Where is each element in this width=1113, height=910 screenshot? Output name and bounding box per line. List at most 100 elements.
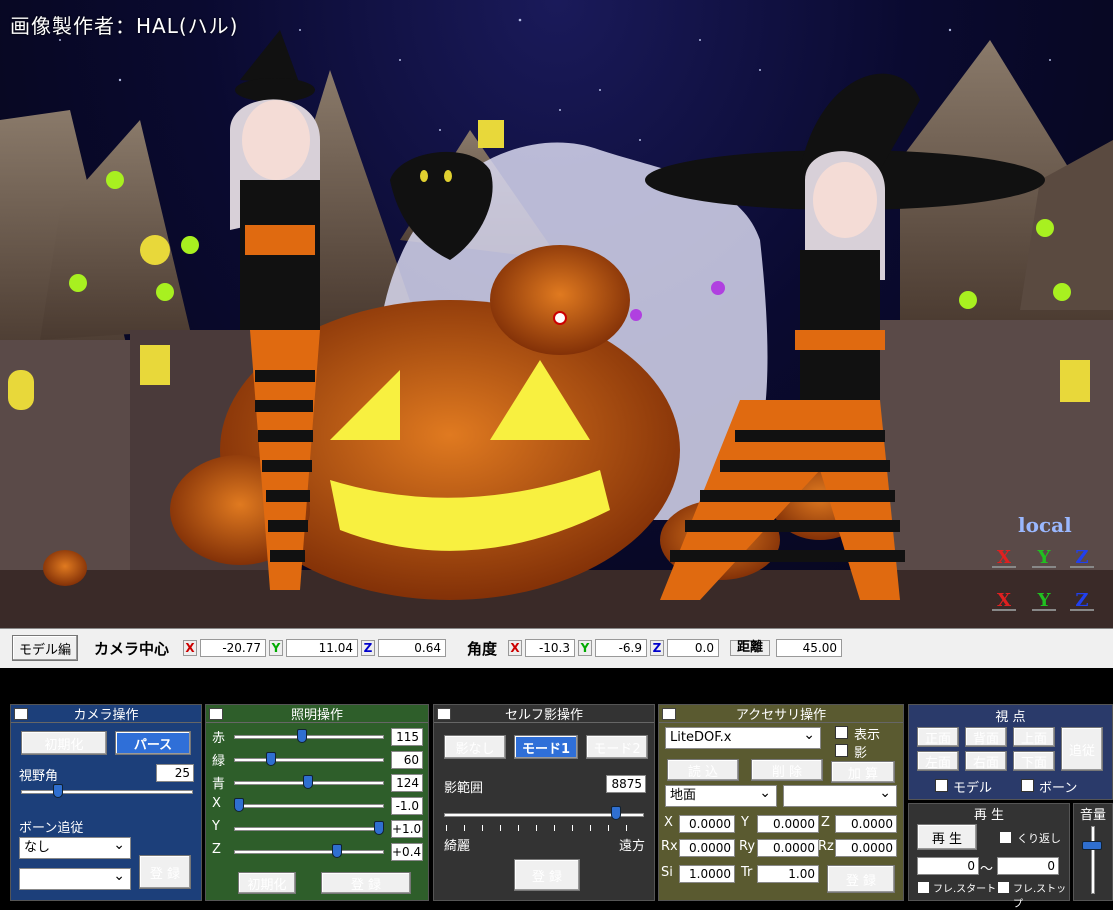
lighting-init-button[interactable]: 初期化 xyxy=(238,872,296,894)
angle-z-value[interactable]: 0.0 xyxy=(667,639,719,657)
rotate-y-handle[interactable]: Y xyxy=(1030,545,1058,571)
accessory-register-button[interactable]: 登 録 xyxy=(827,865,895,893)
lighting-register-button[interactable]: 登 録 xyxy=(321,872,411,894)
view-front-button[interactable]: 正面 xyxy=(917,727,959,747)
acc-z-value[interactable]: 0.0000 xyxy=(835,815,897,833)
view-top-button[interactable]: 上面 xyxy=(1013,727,1055,747)
light-slider-track[interactable] xyxy=(234,827,384,831)
play-from-frame[interactable]: 0 xyxy=(917,857,979,875)
shadow-range-thumb[interactable] xyxy=(611,806,622,820)
accessory-delete-button[interactable]: 削 除 xyxy=(751,759,823,781)
view-panel-title: 視 点 xyxy=(995,710,1026,725)
cam-center-z-value[interactable]: 0.64 xyxy=(378,639,446,657)
loop-checkbox[interactable] xyxy=(999,831,1012,844)
shadow-range-value[interactable]: 8875 xyxy=(606,775,646,793)
light-value[interactable]: +1.0 xyxy=(391,820,423,838)
lighting-panel-title: 照明操作 xyxy=(290,708,343,723)
camera-register-button[interactable]: 登 録 xyxy=(139,855,191,889)
rotate-x-handle[interactable]: X xyxy=(990,545,1018,571)
accessory-minimize-button[interactable]: − xyxy=(662,707,676,720)
light-slider-thumb[interactable] xyxy=(302,775,313,789)
move-y-handle[interactable]: Y xyxy=(1030,588,1058,614)
view-left-button[interactable]: 左面 xyxy=(917,751,959,771)
volume-thumb[interactable] xyxy=(1082,841,1102,850)
playback-panel-title: 再 生 xyxy=(973,808,1005,823)
shadow-mode1-button[interactable]: モード1 xyxy=(514,735,578,759)
lighting-minimize-button[interactable]: − xyxy=(209,707,223,720)
accessory-show-checkbox[interactable]: ✓ xyxy=(835,726,848,739)
rotate-z-handle[interactable]: Z xyxy=(1068,545,1096,571)
frame-start-label: フレ.スタート xyxy=(933,884,997,895)
camera-panel-title: カメラ操作 xyxy=(73,708,139,723)
perspective-toggle[interactable]: パース xyxy=(115,731,191,755)
acc-ry-value[interactable]: 0.0000 xyxy=(757,839,819,857)
light-slider-track[interactable] xyxy=(234,735,384,739)
play-button[interactable]: 再 生 xyxy=(917,824,977,850)
acc-y-value[interactable]: 0.0000 xyxy=(757,815,819,833)
acc-tr-value[interactable]: 1.00 xyxy=(757,865,819,883)
light-row-label: 赤 xyxy=(212,731,226,746)
acc-rx-value[interactable]: 0.0000 xyxy=(679,839,735,857)
lighting-panel-titlebar: − 照明操作 xyxy=(206,705,428,723)
model-edit-button[interactable]: モデル編 xyxy=(12,635,78,661)
accessory-select[interactable]: LiteDOF.x xyxy=(665,725,821,749)
angle-x-value[interactable]: -10.3 xyxy=(525,639,575,657)
view-right-button[interactable]: 右面 xyxy=(965,751,1007,771)
accessory-shadow-checkbox[interactable] xyxy=(835,744,848,757)
move-x-handle[interactable]: X xyxy=(990,588,1018,614)
light-slider-track[interactable] xyxy=(234,850,384,854)
camera-minimize-button[interactable]: − xyxy=(14,707,28,720)
local-axis-label: local xyxy=(1018,513,1072,537)
cam-center-x-value[interactable]: -20.77 xyxy=(200,639,266,657)
accessory-panel-titlebar: − アクセサリ操作 xyxy=(659,705,903,723)
view-bone-label: ボーン xyxy=(1039,781,1078,796)
accessory-load-button[interactable]: 読 込 xyxy=(667,759,739,781)
light-value[interactable]: 124 xyxy=(391,774,423,792)
light-value[interactable]: +0.4 xyxy=(391,843,423,861)
acc-x-value[interactable]: 0.0000 xyxy=(679,815,735,833)
fov-value[interactable]: 25 xyxy=(156,764,194,782)
light-slider-thumb[interactable] xyxy=(374,821,384,835)
volume-track[interactable] xyxy=(1091,826,1095,894)
accessory-add-button[interactable]: 加 算 xyxy=(831,761,895,783)
frame-stop-checkbox[interactable] xyxy=(997,881,1010,894)
selfshadow-panel: − セルフ影操作 影なし モード1 モード2 影範囲 8875 綺麗 遠方 登 … xyxy=(433,704,655,901)
shadow-register-button[interactable]: 登 録 xyxy=(514,859,580,891)
view-bone-checkbox[interactable] xyxy=(1021,779,1034,792)
accessory-parent-select[interactable]: 地面 xyxy=(665,783,777,807)
angle-y-label: Y xyxy=(578,640,592,656)
light-value[interactable]: 60 xyxy=(391,751,423,769)
accessory-parent-bone-select[interactable] xyxy=(783,783,897,807)
light-slider-thumb[interactable] xyxy=(266,752,277,766)
view-bottom-button[interactable]: 下面 xyxy=(1013,751,1055,771)
light-slider-track[interactable] xyxy=(234,804,384,808)
render-viewport[interactable]: 画像製作者：HAL(ハル) local X Y Z X Y Z xyxy=(0,0,1113,628)
light-slider-thumb[interactable] xyxy=(234,798,244,812)
light-slider-track[interactable] xyxy=(234,758,384,762)
view-follow-button[interactable]: 追従 xyxy=(1061,727,1103,771)
acc-si-value[interactable]: 1.0000 xyxy=(679,865,735,883)
fov-slider-track[interactable] xyxy=(21,790,193,794)
cam-center-y-value[interactable]: 11.04 xyxy=(286,639,358,657)
light-row-label: Y xyxy=(212,819,220,834)
view-back-button[interactable]: 背面 xyxy=(965,727,1007,747)
light-value[interactable]: 115 xyxy=(391,728,423,746)
bone-follow-select-2[interactable] xyxy=(19,866,131,890)
light-slider-thumb[interactable] xyxy=(332,844,342,858)
acc-rz-value[interactable]: 0.0000 xyxy=(835,839,897,857)
move-z-handle[interactable]: Z xyxy=(1068,588,1096,614)
light-value[interactable]: -1.0 xyxy=(391,797,423,815)
selfshadow-minimize-button[interactable]: − xyxy=(437,707,451,720)
camera-init-button[interactable]: 初期化 xyxy=(21,731,107,755)
bone-follow-select[interactable]: なし xyxy=(19,835,131,859)
shadow-mode2-button[interactable]: モード2 xyxy=(586,735,648,759)
view-model-checkbox[interactable] xyxy=(935,779,948,792)
distance-value[interactable]: 45.00 xyxy=(776,639,842,657)
angle-y-value[interactable]: -6.9 xyxy=(595,639,647,657)
fov-slider-thumb[interactable] xyxy=(53,784,63,798)
shadow-none-button[interactable]: 影なし xyxy=(444,735,506,759)
light-slider-thumb[interactable] xyxy=(297,729,307,743)
light-row-label: X xyxy=(212,796,221,811)
frame-start-checkbox[interactable] xyxy=(917,881,930,894)
play-to-frame[interactable]: 0 xyxy=(997,857,1059,875)
